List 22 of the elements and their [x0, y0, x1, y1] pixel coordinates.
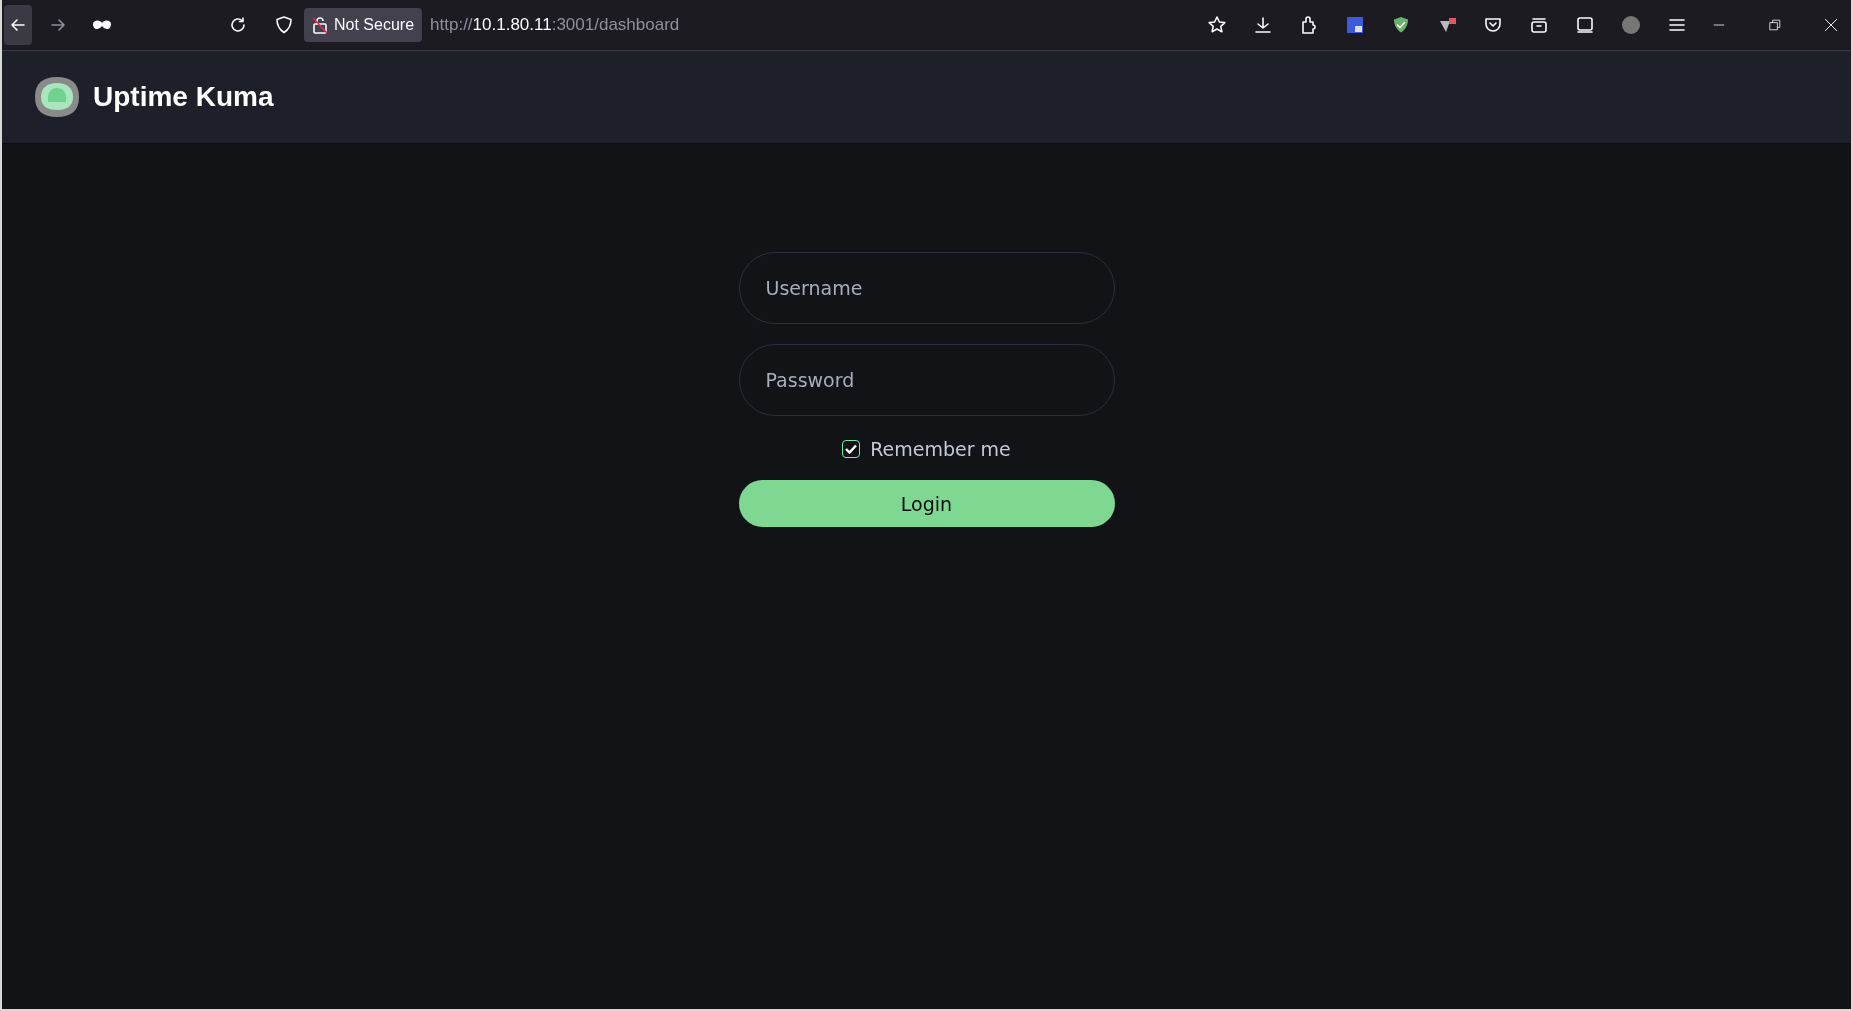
- star-icon[interactable]: [1207, 15, 1227, 35]
- profile-avatar-icon[interactable]: [1621, 15, 1641, 35]
- app-title: Uptime Kuma: [93, 81, 274, 113]
- back-button[interactable]: [4, 5, 32, 45]
- restore-icon[interactable]: [1767, 17, 1783, 33]
- url-text[interactable]: http://10.1.80.11:3001/dashboard: [430, 15, 680, 35]
- logo-icon: [33, 75, 81, 119]
- lock-extension-icon[interactable]: [1345, 15, 1365, 35]
- close-icon[interactable]: [1823, 17, 1839, 33]
- download-icon[interactable]: [1253, 15, 1273, 35]
- remember-checkbox[interactable]: [842, 440, 861, 458]
- username-field[interactable]: Username: [738, 252, 1115, 324]
- password-field[interactable]: Password: [738, 344, 1115, 416]
- login-button[interactable]: Login: [738, 480, 1115, 527]
- shield-check-icon[interactable]: [1391, 15, 1411, 35]
- security-indicator[interactable]: Not Secure: [304, 8, 423, 42]
- remember-label[interactable]: Remember me: [870, 438, 1011, 460]
- pocket-icon[interactable]: [1483, 15, 1503, 35]
- reload-icon[interactable]: [228, 15, 248, 35]
- archive-icon[interactable]: [1529, 15, 1549, 35]
- shield-icon[interactable]: [274, 15, 294, 35]
- puzzle-icon[interactable]: [1299, 15, 1319, 35]
